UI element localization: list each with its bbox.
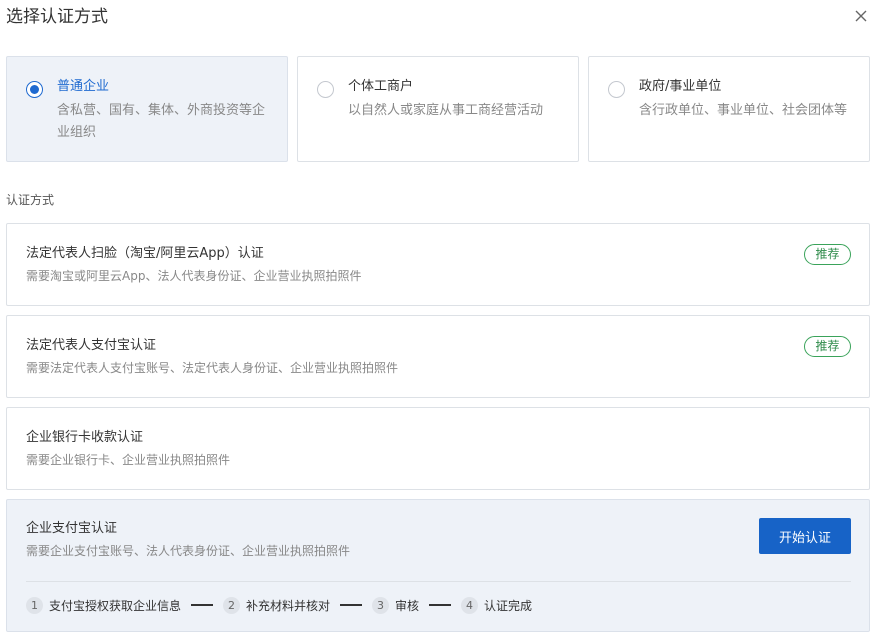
step-number: 4 [461, 596, 479, 614]
entity-type-title: 政府/事业单位 [639, 79, 722, 94]
method-desc: 需要企业银行卡、企业营业执照拍照件 [26, 453, 231, 467]
step-label: 认证完成 [484, 598, 533, 613]
method-desc: 需要法定代表人支付宝账号、法定代表人身份证、企业营业执照拍照件 [26, 361, 399, 375]
entity-type-title: 普通企业 [57, 79, 110, 94]
step-number: 3 [372, 596, 390, 614]
entity-type-government[interactable]: 政府/事业单位 含行政单位、事业单位、社会团体等 [588, 56, 870, 162]
method-title: 企业银行卡收款认证 [26, 430, 144, 445]
step-separator [340, 604, 363, 606]
radio-checked-icon[interactable] [26, 81, 43, 98]
step-separator [191, 604, 214, 606]
step-number: 2 [223, 596, 241, 614]
verification-steps: 1 支付宝授权获取企业信息 2 补充材料并核对 3 审核 4 认证完成 [26, 595, 532, 615]
entity-type-desc: 以自然人或家庭从事工商经营活动 [348, 103, 544, 118]
step-label: 补充材料并核对 [246, 598, 331, 613]
recommended-badge: 推荐 [804, 336, 851, 357]
method-title: 法定代表人扫脸（淘宝/阿里云App）认证 [26, 246, 264, 261]
dialog-title: 选择认证方式 [6, 7, 108, 27]
entity-type-ordinary-enterprise[interactable]: 普通企业 含私营、国有、集体、外商投资等企业组织 [6, 56, 288, 162]
radio-unchecked-icon[interactable] [317, 81, 334, 98]
entity-type-desc: 含私营、国有、集体、外商投资等企业组织 [57, 103, 266, 140]
method-enterprise-alipay[interactable]: 企业支付宝认证 需要企业支付宝账号、法人代表身份证、企业营业执照拍照件 开始认证… [6, 499, 870, 632]
divider [26, 581, 851, 582]
step-label: 审核 [395, 598, 420, 613]
methods-section-label: 认证方式 [6, 193, 55, 207]
entity-type-desc: 含行政单位、事业单位、社会团体等 [639, 103, 848, 118]
method-face-scan[interactable]: 法定代表人扫脸（淘宝/阿里云App）认证 需要淘宝或阿里云App、法人代表身份证… [6, 223, 870, 306]
step-label: 支付宝授权获取企业信息 [49, 598, 182, 613]
method-title: 法定代表人支付宝认证 [26, 338, 157, 353]
radio-unchecked-icon[interactable] [608, 81, 625, 98]
start-verification-button[interactable]: 开始认证 [759, 518, 851, 554]
entity-type-title: 个体工商户 [348, 79, 414, 94]
step-separator [429, 604, 452, 606]
method-desc: 需要淘宝或阿里云App、法人代表身份证、企业营业执照拍照件 [26, 269, 362, 283]
close-icon[interactable] [853, 8, 869, 24]
step-number: 1 [26, 596, 43, 614]
entity-type-individual-business[interactable]: 个体工商户 以自然人或家庭从事工商经营活动 [297, 56, 579, 162]
method-title: 企业支付宝认证 [26, 521, 118, 536]
method-desc: 需要企业支付宝账号、法人代表身份证、企业营业执照拍照件 [26, 544, 351, 558]
method-legal-rep-alipay[interactable]: 法定代表人支付宝认证 需要法定代表人支付宝账号、法定代表人身份证、企业营业执照拍… [6, 315, 870, 398]
method-bank-card[interactable]: 企业银行卡收款认证 需要企业银行卡、企业营业执照拍照件 [6, 407, 870, 490]
recommended-badge: 推荐 [804, 244, 851, 265]
